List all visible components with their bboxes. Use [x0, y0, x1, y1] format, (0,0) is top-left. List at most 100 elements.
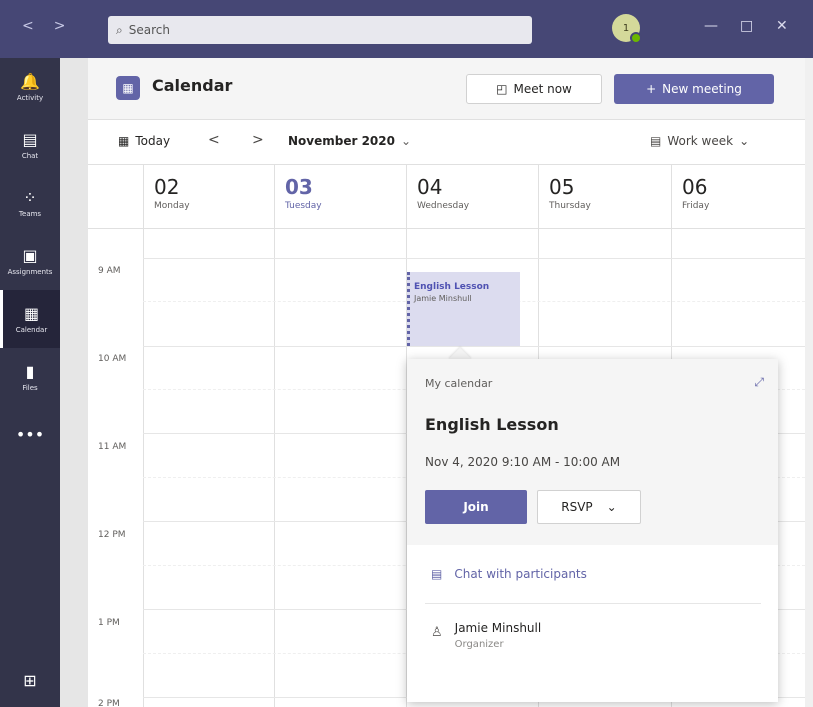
view-label: Work week	[667, 134, 734, 148]
apps-icon: ⊞	[23, 671, 37, 690]
day-number: 03	[285, 175, 313, 199]
popup-summary: My calendar ⤢ English Lesson Nov 4, 2020…	[407, 359, 778, 545]
new-meeting-button[interactable]: + New meeting	[614, 74, 774, 104]
day-header-wednesday[interactable]: 04 Wednesday	[406, 165, 538, 229]
today-button[interactable]: ▦ Today	[118, 134, 170, 148]
more-icon: •••	[15, 425, 45, 444]
day-number: 06	[682, 175, 708, 199]
chat-with-participants-link[interactable]: ▤ Chat with participants	[431, 567, 587, 581]
day-header-monday[interactable]: 02 Monday	[143, 165, 274, 229]
divider	[425, 603, 761, 604]
chat-icon: ▤	[431, 567, 443, 581]
forward-arrow-icon[interactable]: >	[54, 18, 66, 34]
time-label: 2 PM	[98, 699, 120, 707]
video-camera-icon: ◰	[496, 82, 508, 96]
search-icon: ⌕	[116, 22, 123, 37]
rail-item-files[interactable]: ▮ Files	[0, 348, 60, 406]
page-title: Calendar	[152, 76, 233, 95]
event-details-popup: My calendar ⤢ English Lesson Nov 4, 2020…	[407, 359, 778, 702]
view-picker[interactable]: ▤ Work week ⌄	[650, 134, 749, 148]
expand-icon[interactable]: ⤢	[754, 375, 764, 390]
calendar-app-icon: ▦	[116, 76, 140, 100]
files-icon: ▮	[25, 361, 35, 381]
day-name: Tuesday	[285, 201, 322, 211]
avatar[interactable]: 1	[612, 14, 642, 44]
calendar-name: My calendar	[425, 377, 493, 390]
search-placeholder: Search	[128, 23, 170, 37]
rail-item-chat[interactable]: ▤ Chat	[0, 116, 60, 174]
day-header-tuesday[interactable]: 03 Tuesday	[274, 165, 406, 229]
calendar-view-icon: ▤	[650, 134, 662, 148]
person-icon: ♙	[431, 625, 443, 640]
nav-arrows: < >	[22, 18, 65, 34]
window-edge	[805, 58, 813, 707]
calendar-toolbar: ▦ Today < > November 2020 ⌄ ▤ Work week …	[88, 120, 805, 165]
chevron-down-icon: ⌄	[606, 500, 617, 514]
chevron-down-icon: ⌄	[400, 134, 412, 148]
search-input[interactable]: ⌕ Search	[108, 16, 532, 44]
time-label: 10 AM	[98, 354, 127, 364]
calendar-header: ▦ Calendar ◰ Meet now + New meeting	[88, 58, 805, 120]
day-name: Friday	[682, 201, 710, 211]
rail-item-activity[interactable]: 🔔 Activity	[0, 58, 60, 116]
rail-item-teams[interactable]: ⁘ Teams	[0, 174, 60, 232]
close-button[interactable]: ✕	[776, 18, 788, 34]
rail-item-calendar[interactable]: ▦ Calendar	[0, 290, 60, 348]
calendar-event[interactable]: English Lesson Jamie Minshull	[407, 272, 520, 346]
previous-week-button[interactable]: <	[208, 132, 220, 148]
assignments-icon: ▣	[22, 245, 38, 265]
bell-icon: 🔔	[20, 71, 40, 91]
rail-item-apps[interactable]: ⊞	[0, 652, 60, 707]
time-label: 11 AM	[98, 442, 127, 452]
minimize-button[interactable]: —	[704, 18, 718, 34]
rail-item-label: Assignments	[7, 267, 53, 276]
day-name: Wednesday	[417, 201, 470, 211]
calendar-icon: ▦	[23, 303, 40, 323]
chevron-down-icon: ⌄	[739, 134, 750, 148]
day-name: Thursday	[549, 201, 591, 211]
app-rail: 🔔 Activity ▤ Chat ⁘ Teams ▣ Assignments …	[0, 58, 60, 707]
rsvp-label: RSVP	[561, 500, 593, 514]
day-number: 02	[154, 175, 180, 199]
organizer-row[interactable]: ♙ Jamie Minshull Organizer	[431, 621, 541, 650]
back-arrow-icon[interactable]: <	[22, 18, 34, 34]
day-number: 05	[549, 175, 575, 199]
event-title: English Lesson	[414, 282, 490, 292]
day-header-friday[interactable]: 06 Friday	[671, 165, 805, 229]
plus-icon: +	[646, 82, 657, 96]
organizer-name: Jamie Minshull	[454, 621, 542, 635]
rail-item-more[interactable]: •••	[0, 406, 60, 464]
maximize-button[interactable]: □	[740, 18, 753, 34]
organizer-info: Jamie Minshull Organizer	[455, 621, 542, 650]
meet-now-button[interactable]: ◰ Meet now	[466, 74, 602, 104]
meet-now-label: Meet now	[513, 82, 572, 96]
time-label: 12 PM	[98, 530, 126, 540]
chat-label: Chat with participants	[454, 567, 587, 581]
teams-icon: ⁘	[23, 187, 37, 207]
popup-event-title: English Lesson	[425, 415, 559, 434]
today-icon: ▦	[118, 134, 130, 148]
event-organizer: Jamie Minshull	[414, 294, 472, 303]
day-number: 04	[417, 175, 443, 199]
time-label: 9 AM	[98, 266, 121, 276]
rsvp-dropdown[interactable]: RSVP ⌄	[537, 490, 641, 524]
popup-event-time: Nov 4, 2020 9:10 AM - 10:00 AM	[425, 455, 621, 469]
avatar-initial: 1	[622, 22, 630, 34]
organizer-role: Organizer	[454, 639, 504, 650]
day-header-row: 02 Monday 03 Tuesday 04 Wednesday 05 Thu…	[88, 165, 805, 229]
time-label: 1 PM	[98, 618, 120, 628]
rail-item-label: Chat	[21, 151, 39, 160]
rail-item-label: Calendar	[15, 325, 48, 334]
new-meeting-label: New meeting	[662, 82, 742, 96]
rail-item-label: Activity	[16, 93, 44, 102]
month-picker[interactable]: November 2020 ⌄	[288, 134, 411, 148]
rail-item-label: Teams	[18, 209, 42, 218]
rail-item-assignments[interactable]: ▣ Assignments	[0, 232, 60, 290]
join-button[interactable]: Join	[425, 490, 527, 524]
chat-icon: ▤	[22, 129, 38, 149]
day-header-thursday[interactable]: 05 Thursday	[538, 165, 671, 229]
next-week-button[interactable]: >	[252, 132, 264, 148]
hour-line	[143, 346, 805, 347]
presence-indicator	[630, 32, 642, 44]
month-label: November 2020	[288, 134, 395, 148]
